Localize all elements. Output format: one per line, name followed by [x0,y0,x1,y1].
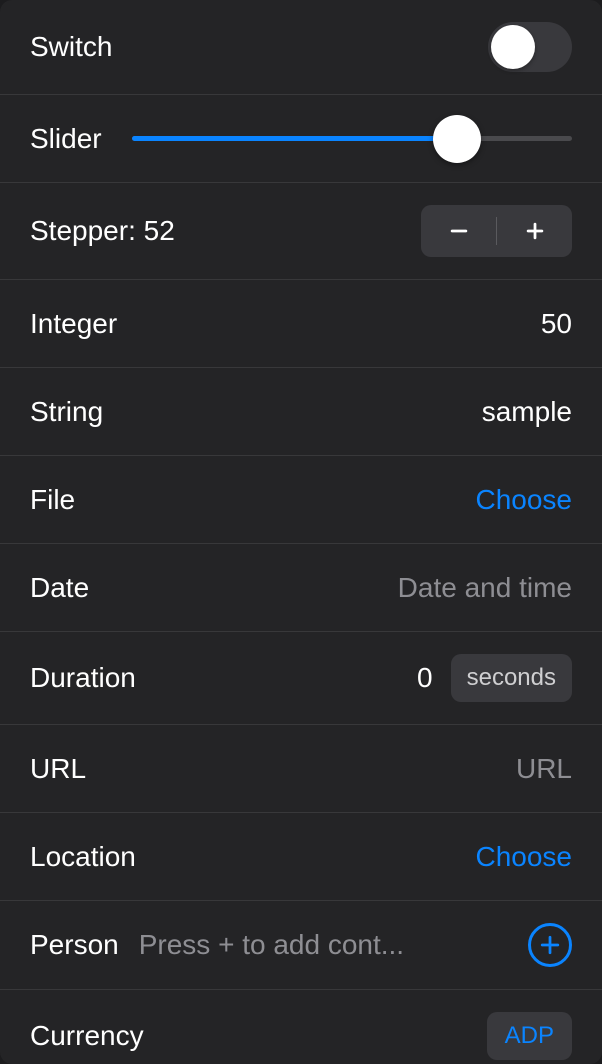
string-label: String [30,396,103,428]
person-placeholder: Press + to add cont... [139,929,512,961]
switch-knob [491,25,535,69]
currency-label: Currency [30,1020,144,1052]
slider-label: Slider [30,123,102,155]
minus-icon [448,220,470,242]
person-label: Person [30,929,119,961]
url-placeholder: URL [516,753,572,785]
file-label: File [30,484,75,516]
slider-fill [132,136,458,141]
string-row[interactable]: String sample [0,368,602,456]
switch-label: Switch [30,31,112,63]
duration-label: Duration [30,662,136,694]
integer-row[interactable]: Integer 50 [0,280,602,368]
string-value: sample [482,396,572,428]
date-row[interactable]: Date Date and time [0,544,602,632]
currency-row: Currency ADP [0,990,602,1064]
url-label: URL [30,753,86,785]
date-label: Date [30,572,89,604]
stepper-label: Stepper: 52 [30,215,175,247]
file-choose-button[interactable]: Choose [475,484,572,516]
slider-thumb[interactable] [433,115,481,163]
currency-button[interactable]: ADP [487,1012,572,1060]
duration-value[interactable]: 0 [417,662,433,694]
file-row: File Choose [0,456,602,544]
stepper-increment-button[interactable] [497,205,572,257]
duration-row: Duration 0 seconds [0,632,602,725]
settings-list: Switch Slider Stepper: 52 [0,0,602,1064]
stepper-control [421,205,572,257]
plus-icon [539,934,561,956]
switch-row: Switch [0,0,602,95]
date-placeholder: Date and time [398,572,572,604]
location-choose-button[interactable]: Choose [475,841,572,873]
slider-track [132,136,572,141]
integer-label: Integer [30,308,117,340]
location-row: Location Choose [0,813,602,901]
url-row[interactable]: URL URL [0,725,602,813]
person-row: Person Press + to add cont... [0,901,602,990]
plus-icon [524,220,546,242]
location-label: Location [30,841,136,873]
add-contact-button[interactable] [528,923,572,967]
slider-row: Slider [0,95,602,183]
integer-value: 50 [541,308,572,340]
stepper-row: Stepper: 52 [0,183,602,280]
slider-control[interactable] [132,136,572,141]
stepper-decrement-button[interactable] [421,205,496,257]
duration-unit-button[interactable]: seconds [451,654,572,702]
switch-toggle[interactable] [488,22,572,72]
